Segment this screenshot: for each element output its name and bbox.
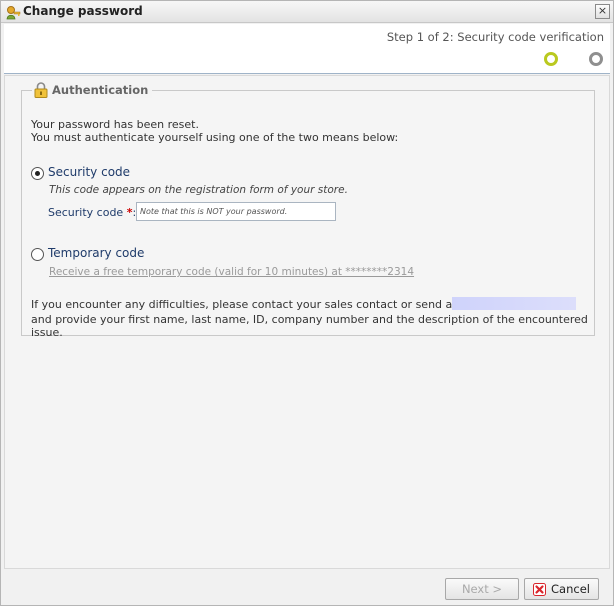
dialog-title: Change password [23, 4, 143, 18]
title-bar: Change password × [1, 1, 613, 23]
close-button[interactable]: × [595, 4, 610, 19]
content-area: Authentication Your password has been re… [4, 75, 610, 569]
next-button[interactable]: Next > [445, 578, 519, 600]
legend-title: Authentication [52, 83, 149, 97]
dialog-footer: Next > Cancel [1, 569, 613, 605]
help-text-line-2: and provide your first name, last name, … [31, 313, 588, 339]
step-indicator-text: Step 1 of 2: Security code verification [386, 30, 604, 44]
step-2-indicator [589, 52, 603, 66]
intro-line-2: You must authenticate yourself using one… [31, 131, 399, 144]
security-code-option-label[interactable]: Security code [48, 165, 130, 179]
step-header: Step 1 of 2: Security code verification [4, 24, 610, 74]
red-x-icon [533, 582, 547, 596]
security-code-field-label: Security code *: [48, 206, 136, 219]
cancel-button[interactable]: Cancel [524, 578, 599, 600]
receive-temporary-code-link[interactable]: Receive a free temporary code (valid for… [49, 266, 414, 278]
help-text-line-1: If you encounter any difficulties, pleas… [31, 298, 512, 311]
authentication-legend: Authentication [32, 82, 153, 98]
temporary-code-radio[interactable] [31, 248, 44, 261]
authentication-fieldset: Authentication Your password has been re… [21, 82, 595, 339]
cancel-button-label: Cancel [551, 582, 590, 596]
key-user-icon [5, 4, 21, 20]
redacted-email [452, 297, 576, 310]
step-1-indicator [544, 52, 558, 66]
temporary-code-option-label[interactable]: Temporary code [48, 246, 144, 260]
change-password-dialog: Change password × Step 1 of 2: Security … [0, 0, 614, 606]
security-code-description: This code appears on the registration fo… [49, 184, 348, 196]
field-label-text: Security code [48, 206, 124, 219]
intro-line-1: Your password has been reset. [31, 118, 199, 131]
padlock-icon [34, 82, 48, 98]
security-code-input[interactable] [136, 202, 336, 221]
security-code-radio[interactable] [31, 167, 44, 180]
close-icon: × [597, 4, 608, 17]
